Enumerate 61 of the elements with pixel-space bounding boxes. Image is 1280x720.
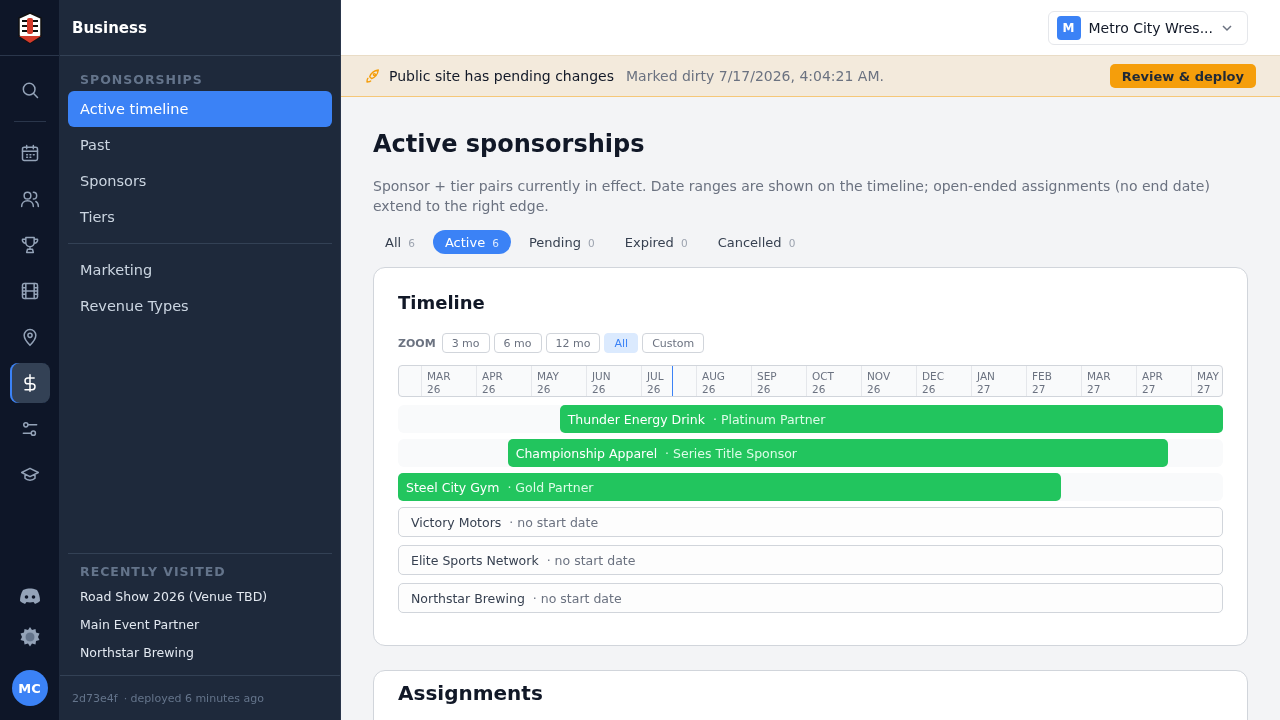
- undated-sponsorship-row[interactable]: Elite Sports Network · no start date: [398, 545, 1223, 575]
- logo-icon: [16, 11, 43, 44]
- filter-tab[interactable]: All 6: [373, 230, 427, 254]
- filter-tab[interactable]: Cancelled 0: [705, 230, 808, 254]
- section-heading: RECENTLY VISITED: [79, 564, 227, 581]
- nav-button[interactable]: [9, 363, 50, 403]
- undated-sponsorship-row[interactable]: Northstar Brewing · no start date: [398, 583, 1223, 613]
- month-label: JUL 26: [647, 370, 664, 396]
- month-label: MAR 26: [427, 370, 451, 396]
- deploy-status: · deployed 6 minutes ago: [123, 691, 264, 705]
- month-label: NOV 26: [867, 370, 891, 396]
- trophy-icon: [19, 235, 40, 255]
- sidebar-item[interactable]: Active timeline: [68, 91, 332, 127]
- undated-sponsorship-row[interactable]: Victory Motors · no start date: [398, 507, 1223, 537]
- chat-icon[interactable]: [18, 588, 41, 604]
- month-label: MAY 27: [1197, 370, 1219, 396]
- sidebar-item[interactable]: Tiers: [68, 199, 332, 235]
- zoom-button[interactable]: 3 mo: [441, 333, 490, 353]
- zoom-button[interactable]: 12 mo: [545, 333, 601, 353]
- film-icon: [19, 281, 40, 301]
- recent-link[interactable]: Northstar Brewing: [68, 639, 332, 667]
- zoom-button[interactable]: Custom: [642, 333, 705, 353]
- month-label: OCT 26: [812, 370, 834, 396]
- sidebar-item[interactable]: Past: [68, 127, 332, 163]
- month-label: JUN 26: [592, 370, 611, 396]
- page-title: Active sponsorships: [373, 130, 646, 158]
- review-deploy-button[interactable]: Review & deploy: [1109, 64, 1256, 88]
- month-label: AUG 26: [702, 370, 725, 396]
- people-icon: [19, 189, 40, 209]
- today-marker: [672, 366, 673, 396]
- filter-tab[interactable]: Active 6: [432, 230, 511, 254]
- month-label: SEP 26: [757, 370, 777, 396]
- month-label: APR 26: [482, 370, 503, 396]
- banner-detail: Marked dirty 7/17/2026, 4:04:21 AM.: [626, 68, 884, 84]
- calendar-icon: [19, 143, 40, 163]
- recent-link[interactable]: Main Event Partner: [68, 611, 332, 639]
- month-label: MAY 26: [537, 370, 559, 396]
- organization-selector[interactable]: M Metro City Wres...: [1047, 10, 1248, 45]
- zoom-label: ZOOM: [398, 336, 436, 350]
- sidebar-item[interactable]: Sponsors: [68, 163, 332, 199]
- month-label: FEB 27: [1032, 370, 1052, 396]
- zoom-button[interactable]: 6 mo: [493, 333, 542, 353]
- month-label: JAN 27: [977, 370, 995, 396]
- month-label: DEC 26: [922, 370, 945, 396]
- month-label: APR 27: [1142, 370, 1163, 396]
- card-title: Assignments: [398, 681, 544, 705]
- page-description: Sponsor + tier pairs currently in effect. Date ranges are shown on the timeline; open-ended assignments (no end date) extend to the right edge.: [373, 177, 1211, 216]
- sidebar-item[interactable]: Revenue Types: [68, 288, 332, 324]
- sun-icon[interactable]: [18, 626, 41, 648]
- card-title: Timeline: [398, 292, 486, 313]
- banner-title: Public site has pending changes: [389, 68, 614, 84]
- filter-tab[interactable]: Pending 0: [517, 230, 607, 254]
- rocket-icon: [365, 68, 381, 84]
- section-title: Business: [72, 18, 147, 37]
- recent-link[interactable]: Road Show 2026 (Venue TBD): [68, 583, 332, 611]
- sidebar-item[interactable]: Marketing: [68, 252, 332, 288]
- filter-tab[interactable]: Expired 0: [612, 230, 700, 254]
- commit-hash: 2d73e4f: [72, 691, 118, 705]
- user-avatar[interactable]: MC: [11, 670, 48, 706]
- month-label: MAR 27: [1087, 370, 1111, 396]
- section-heading: SPONSORSHIPS: [79, 72, 204, 89]
